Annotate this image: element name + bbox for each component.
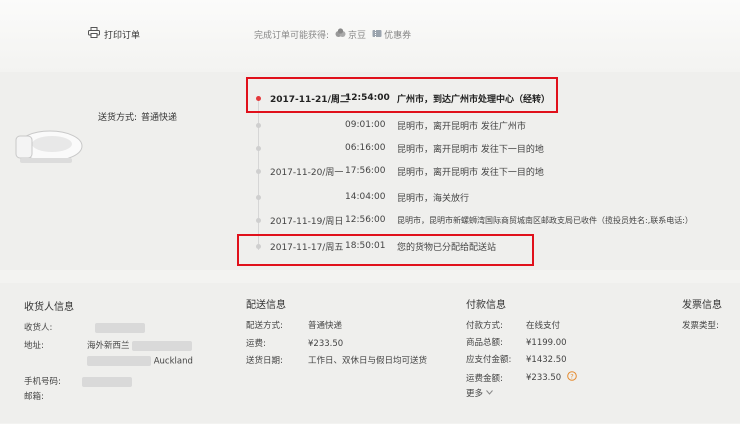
tracking-message: 昆明市，昆明市新螺蛳湾国际商贸城南区邮政支局已收件（揽投员姓名:,联系电话:） [397, 215, 693, 225]
tracking-message: 昆明市，海关放行 [397, 193, 470, 204]
tracking-time: 12:56:00 [345, 215, 386, 225]
payment-goods-total-value: ¥1199.00 [526, 338, 567, 348]
receiver-email: 邮箱: [24, 390, 44, 402]
tracking-row: 06:16:00 昆明市，离开昆明市 发往下一目的地 [0, 141, 740, 155]
payment-goods-total-label: 商品总额: [466, 338, 503, 348]
receiver-address-line1-text: 海外新西兰 [87, 341, 130, 351]
payment-method-label: 付款方式: [466, 321, 503, 331]
payment-freight: 运费金额: ¥233.50 ? [466, 371, 577, 384]
payment-goods-total: 商品总额: ¥1199.00 [466, 336, 567, 348]
timeline-dot [256, 195, 261, 200]
redacted-name [95, 322, 146, 333]
tracking-time: 17:56:00 [345, 166, 386, 176]
svg-text:?: ? [570, 373, 573, 381]
timeline-dot [256, 123, 261, 128]
invoice-type: 发票类型: [682, 319, 719, 331]
payment-method: 付款方式: 在线支付 [466, 319, 560, 331]
delivery-method-label: 配送方式: [246, 321, 283, 331]
receiver-name: 收货人: [24, 321, 146, 333]
reward-jingdou: 京豆 [335, 28, 366, 41]
receiver-address: 地址: [24, 339, 44, 351]
delivery-date-value: 工作日、双休日与假日均可送货 [308, 356, 428, 366]
delivery-date: 送货日期: 工作日、双休日与假日均可送货 [246, 354, 427, 366]
receiver-address-line2: Auckland [87, 356, 193, 367]
highlight-box [246, 77, 558, 113]
payment-payable: 应支付金额: ¥1432.50 [466, 353, 567, 365]
payment-payable-value: ¥1432.50 [526, 355, 567, 365]
timeline-dot [256, 218, 261, 223]
redacted-address [87, 356, 151, 366]
tracking-message: 昆明市，离开昆明市 发往下一目的地 [397, 144, 544, 155]
print-order-label: 打印订单 [104, 30, 141, 41]
order-info-panel: 收货人信息 收货人: 地址: 海外新西兰 Auckland 手机号码: 邮箱: … [0, 283, 740, 423]
order-rewards: 完成订单可能获得: 京豆 优惠券 [254, 28, 411, 41]
receiver-address-label: 地址: [24, 341, 44, 351]
payment-payable-label: 应支付金额: [466, 355, 512, 365]
rewards-label: 完成订单可能获得: [254, 31, 330, 41]
delivery-date-label: 送货日期: [246, 356, 283, 366]
tracking-row: 2017-11-20/周一 17:56:00 昆明市，离开昆明市 发往下一目的地 [0, 164, 740, 178]
reward-jingdou-label: 京豆 [348, 31, 367, 41]
order-toolbar: 打印订单 完成订单可能获得: 京豆 优惠券 [0, 0, 740, 72]
tracking-time: 06:16:00 [345, 143, 386, 153]
print-order-button[interactable]: 打印订单 [88, 27, 140, 41]
receiver-address-line2-text: Auckland [153, 356, 193, 367]
receiver-title: 收货人信息 [24, 302, 74, 313]
delivery-fee: 运费: ¥233.50 [246, 337, 343, 349]
reward-coupon: 优惠券 [372, 28, 411, 41]
tracking-row: 2017-11-19/周日 12:56:00 昆明市，昆明市新螺蛳湾国际商贸城南… [0, 213, 740, 227]
delivery-title: 配送信息 [246, 300, 286, 311]
jingdou-icon [335, 28, 346, 41]
delivery-method-value: 普通快递 [308, 321, 343, 331]
payment-method-value: 在线支付 [526, 321, 561, 331]
printer-icon [88, 27, 100, 41]
receiver-email-label: 邮箱: [24, 392, 44, 402]
invoice-type-label: 发票类型: [682, 321, 719, 331]
receiver-address-line1: 海外新西兰 [87, 339, 193, 351]
receiver-name-label: 收货人: [24, 323, 53, 333]
receiver-phone-label: 手机号码: [24, 377, 61, 387]
delivery-method: 配送方式: 普通快递 [246, 319, 342, 331]
chevron-down-icon [486, 388, 493, 398]
coupon-icon [372, 29, 382, 41]
redacted-phone [81, 376, 132, 387]
payment-more-toggle[interactable]: 更多 [466, 387, 493, 399]
timeline-dot [256, 169, 261, 174]
highlight-box [237, 234, 534, 266]
tracking-date: 2017-11-19/周日 [270, 216, 344, 227]
help-icon[interactable]: ? [567, 371, 577, 384]
delivery-fee-label: 运费: [246, 339, 266, 349]
tracking-row: 09:01:00 昆明市，离开昆明市 发往广州市 [0, 118, 740, 132]
timeline-dot [256, 146, 261, 151]
tracking-message: 昆明市，离开昆明市 发往广州市 [397, 121, 526, 132]
delivery-fee-value: ¥233.50 [308, 339, 344, 349]
payment-title: 付款信息 [466, 300, 506, 311]
payment-more-label: 更多 [466, 389, 484, 399]
tracking-time: 14:04:00 [345, 192, 386, 202]
receiver-phone: 手机号码: [24, 375, 132, 387]
tracking-time: 09:01:00 [345, 120, 386, 130]
tracking-row: 14:04:00 昆明市，海关放行 [0, 190, 740, 204]
tracking-message: 昆明市，离开昆明市 发往下一目的地 [397, 167, 544, 178]
invoice-title: 发票信息 [682, 300, 722, 311]
tracking-date: 2017-11-20/周一 [270, 167, 344, 178]
reward-coupon-label: 优惠券 [384, 31, 412, 41]
payment-freight-label: 运费金额: [466, 373, 503, 384]
redacted-address [132, 340, 193, 351]
payment-freight-value: ¥233.50 [526, 372, 562, 383]
